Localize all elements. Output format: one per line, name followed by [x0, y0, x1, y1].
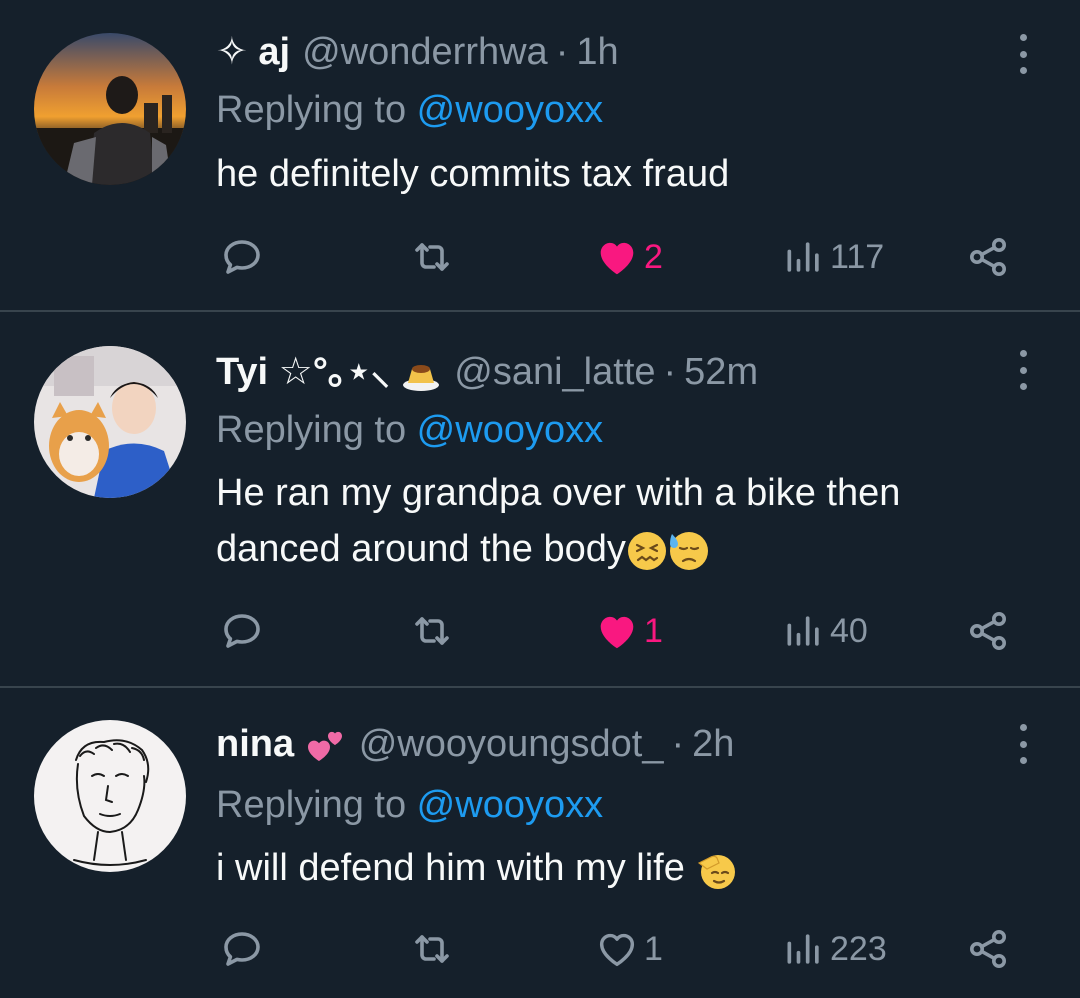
like-button[interactable]: 1: [594, 606, 663, 656]
heart-icon: [600, 616, 634, 649]
reply-button[interactable]: [218, 924, 266, 974]
views-button[interactable]: 223: [782, 924, 887, 974]
more-options-button[interactable]: [1008, 724, 1038, 764]
avatar[interactable]: [34, 33, 186, 185]
views-icon: [787, 616, 819, 646]
more-icon: [1019, 724, 1027, 731]
share-button[interactable]: [964, 606, 1012, 656]
avatar-sunset-photo: [34, 33, 186, 185]
reply-icon: [224, 240, 260, 274]
avatar-photo-with-plush: [34, 346, 186, 498]
avatar[interactable]: [34, 346, 186, 498]
avatar-sketch-drawing: [34, 720, 186, 872]
views-icon: [787, 934, 819, 964]
more-options-button[interactable]: [1008, 34, 1038, 74]
more-options-button[interactable]: [1008, 350, 1038, 390]
display-name-symbol: ✧: [216, 31, 259, 73]
more-icon: [1019, 350, 1027, 357]
tweet-text: i will defend him with my life: [216, 840, 1036, 896]
tweet-header: nina @wooyoungsdot_ · 2h: [216, 722, 734, 767]
views-button[interactable]: 40: [782, 606, 868, 656]
retweet-button[interactable]: [408, 232, 456, 282]
share-button[interactable]: [964, 232, 1012, 282]
display-name[interactable]: nina: [216, 722, 347, 767]
share-button[interactable]: [964, 924, 1012, 974]
avatar[interactable]: [34, 720, 186, 872]
retweet-icon: [415, 243, 449, 271]
more-icon: [1019, 34, 1027, 41]
like-count: 1: [644, 611, 663, 650]
share-icon: [970, 612, 1006, 650]
separator-dot: ·: [663, 351, 677, 394]
tweet-1[interactable]: ✧ aj @wonderrhwa · 1h Replying to @wooyo…: [0, 0, 1080, 311]
downcast-face-sweat-emoji: [668, 530, 710, 572]
retweet-icon: [415, 935, 449, 963]
separator-dot: ·: [671, 723, 685, 766]
saluting-face-emoji: [695, 849, 737, 891]
views-count: 40: [830, 611, 868, 650]
display-name[interactable]: ✧ aj: [216, 30, 290, 74]
heart-icon: [600, 242, 634, 275]
confounded-face-emoji: [626, 530, 668, 572]
tweet-text: he definitely commits tax fraud: [216, 153, 730, 195]
like-count: 2: [644, 237, 663, 276]
timestamp[interactable]: 52m: [684, 350, 758, 394]
views-icon: [787, 242, 819, 272]
share-icon: [970, 238, 1006, 276]
mention-link[interactable]: @wooyoxx: [417, 89, 603, 131]
views-count: 117: [830, 237, 885, 276]
views-count: 223: [830, 929, 887, 968]
tweet-3[interactable]: nina @wooyoungsdot_ · 2h Replying to @wo…: [0, 688, 1080, 998]
reply-button[interactable]: [218, 606, 266, 656]
like-count: 1: [644, 929, 663, 968]
mention-link[interactable]: @wooyoxx: [417, 784, 603, 826]
reply-button[interactable]: [218, 232, 266, 282]
replying-to: Replying to @wooyoxx: [216, 784, 604, 826]
timestamp[interactable]: 2h: [692, 722, 734, 766]
flan-pudding-emoji: [400, 353, 442, 395]
views-button[interactable]: 117: [782, 232, 884, 282]
user-handle[interactable]: @wonderrhwa: [302, 30, 548, 74]
heart-outline-icon: [599, 933, 635, 967]
tweet-header: Tyi ☆°｡⋆⸜ @sani_latte · 52m: [216, 350, 758, 395]
share-icon: [970, 930, 1006, 968]
tweet-text: He ran my grandpa over with a bike then …: [216, 472, 901, 572]
retweet-button[interactable]: [408, 606, 456, 656]
two-hearts-emoji: [305, 725, 347, 767]
display-name[interactable]: Tyi ☆°｡⋆⸜: [216, 350, 442, 395]
mention-link[interactable]: @wooyoxx: [417, 409, 603, 451]
like-button[interactable]: 1: [594, 924, 663, 974]
tweet-header: ✧ aj @wonderrhwa · 1h: [216, 30, 619, 74]
like-button[interactable]: 2: [594, 232, 663, 282]
timestamp[interactable]: 1h: [576, 30, 618, 74]
user-handle[interactable]: @sani_latte: [454, 350, 655, 394]
reply-timeline: ✧ aj @wonderrhwa · 1h Replying to @wooyo…: [0, 0, 1080, 998]
reply-icon: [224, 614, 260, 648]
retweet-button[interactable]: [408, 924, 456, 974]
user-handle[interactable]: @wooyoungsdot_: [359, 722, 664, 766]
replying-to: Replying to @wooyoxx: [216, 409, 604, 451]
replying-to: Replying to @wooyoxx: [216, 89, 604, 131]
separator-dot: ·: [555, 31, 569, 73]
retweet-icon: [415, 617, 449, 645]
reply-icon: [224, 932, 260, 966]
tweet-2[interactable]: Tyi ☆°｡⋆⸜ @sani_latte · 52m Replying to …: [0, 312, 1080, 686]
